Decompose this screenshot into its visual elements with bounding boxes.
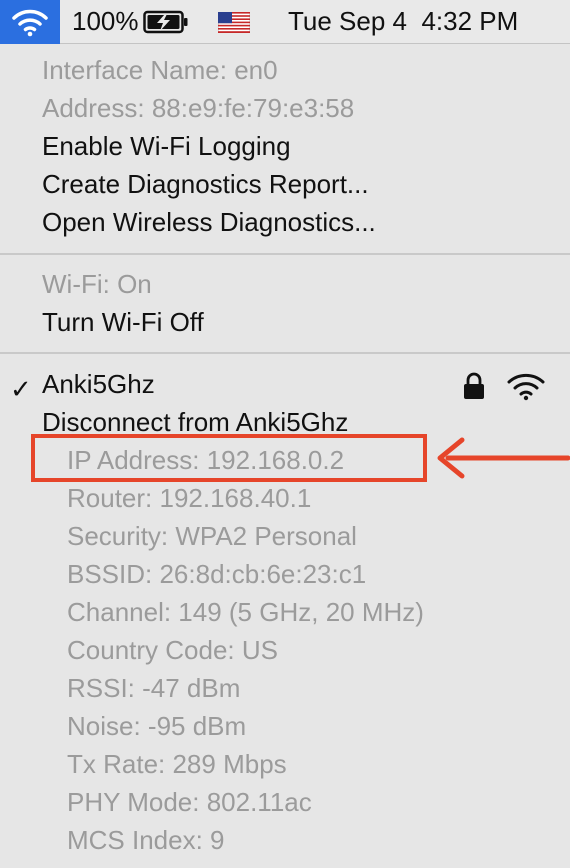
channel-label: Channel: 149 (5 GHz, 20 MHz) <box>67 597 424 627</box>
open-wireless-diagnostics-item[interactable]: Open Wireless Diagnostics... <box>42 205 376 239</box>
battery-charging-icon[interactable] <box>143 10 189 34</box>
wifi-icon <box>12 9 48 37</box>
security-label: Security: WPA2 Personal <box>67 521 357 551</box>
noise-label: Noise: -95 dBm <box>67 711 247 741</box>
bssid-label: BSSID: 26:8d:cb:6e:23:c1 <box>67 559 367 589</box>
network-item-anki5ghz[interactable]: Anki5Ghz <box>42 367 155 401</box>
battery-percentage[interactable]: 100% <box>72 6 139 37</box>
checkmark-icon: ✓ <box>10 374 32 404</box>
create-diagnostics-report-item[interactable]: Create Diagnostics Report... <box>42 167 369 201</box>
menu-separator <box>0 352 570 354</box>
mac-address-label: Address: 88:e9:fe:79:e3:58 <box>42 93 355 123</box>
wifi-menu-button[interactable] <box>0 0 60 44</box>
interface-name-label: Interface Name: en0 <box>42 55 278 85</box>
phy-mode-label: PHY Mode: 802.11ac <box>67 787 312 817</box>
wifi-status-label: Wi-Fi: On <box>42 269 152 299</box>
enable-wifi-logging-item[interactable]: Enable Wi-Fi Logging <box>42 129 291 163</box>
menubar-clock[interactable]: Tue Sep 4 4:32 PM <box>288 6 518 37</box>
mcs-index-label: MCS Index: 9 <box>67 825 225 855</box>
menu-separator <box>0 253 570 255</box>
turn-wifi-off-item[interactable]: Turn Wi-Fi Off <box>42 305 204 339</box>
wifi-signal-icon <box>507 373 545 401</box>
router-label: Router: 192.168.40.1 <box>67 483 312 513</box>
us-flag-icon[interactable] <box>218 12 250 33</box>
red-arrow-icon <box>437 437 570 479</box>
ip-address-highlight-box <box>31 434 427 482</box>
country-code-label: Country Code: US <box>67 635 278 665</box>
lock-icon <box>464 372 484 399</box>
menu-bar: 100% Tue Sep 4 4:32 PM <box>0 0 570 44</box>
wifi-dropdown-menu: Interface Name: en0 Address: 88:e9:fe:79… <box>0 44 570 868</box>
rssi-label: RSSI: -47 dBm <box>67 673 241 703</box>
tx-rate-label: Tx Rate: 289 Mbps <box>67 749 287 779</box>
